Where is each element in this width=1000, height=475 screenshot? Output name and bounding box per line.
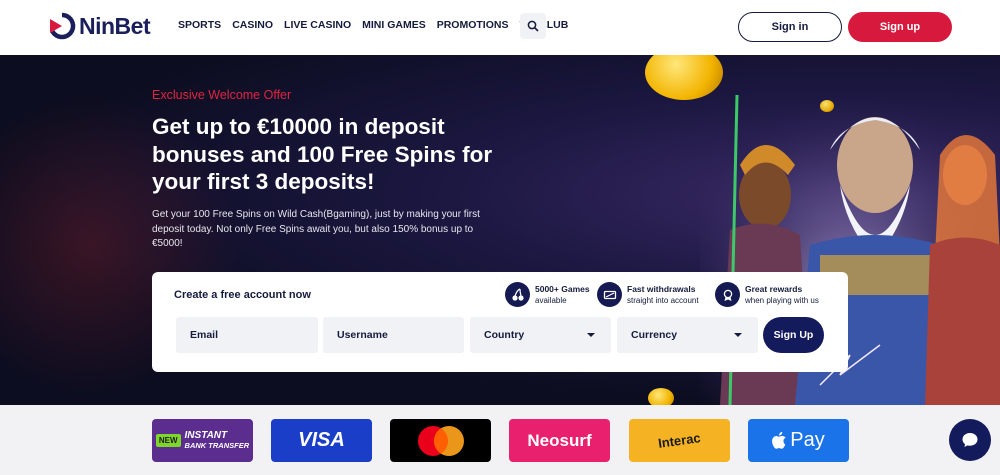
offer-label: Exclusive Welcome Offer [152, 88, 292, 102]
cherries-icon [505, 282, 530, 307]
logo[interactable]: NinBet [48, 12, 151, 40]
nav-mini-games[interactable]: MINI GAMES [362, 19, 426, 31]
hero-description: Get your 100 Free Spins on Wild Cash(Bga… [152, 209, 480, 249]
ticket-icon [597, 282, 622, 307]
mastercard-circles-icon [417, 425, 464, 456]
sign-up-button[interactable]: Sign up [848, 12, 952, 42]
hero-banner: Exclusive Welcome Offer Get up to €10000… [0, 55, 1000, 405]
interac-label: Interac [657, 430, 702, 451]
signup-card: Create a free account now 5000+ Games av… [152, 272, 848, 372]
nav-casino[interactable]: CASINO [232, 19, 273, 31]
gold-coin-image [648, 388, 674, 405]
currency-select[interactable]: Currency [617, 317, 758, 353]
perk-title: Great rewards [745, 283, 803, 294]
ninbet-logo-icon [50, 12, 76, 40]
header: NinBet SPORTS CASINO LIVE CASINO MINI GA… [0, 0, 1000, 55]
neosurf-logo: Neosurf [509, 419, 610, 462]
search-button[interactable] [520, 13, 546, 39]
email-field[interactable]: Email [176, 317, 318, 353]
medal-icon [715, 282, 740, 307]
brand-name: NinBet [79, 12, 151, 39]
form-sign-up-button[interactable]: Sign Up [763, 317, 824, 353]
sign-in-button[interactable]: Sign in [738, 12, 842, 42]
bank-transfer-label: BANK TRANSFER [184, 440, 250, 450]
currency-select-label: Currency [631, 329, 678, 341]
search-icon [527, 20, 539, 32]
nav-sports[interactable]: SPORTS [178, 19, 221, 31]
username-field[interactable]: Username [323, 317, 464, 353]
chevron-down-icon [587, 333, 595, 337]
perk-title: 5000+ Games [535, 283, 590, 294]
nav-promotions[interactable]: PROMOTIONS [437, 19, 509, 31]
mastercard-logo [390, 419, 491, 462]
perk-subtitle: straight into account [627, 295, 699, 305]
neosurf-label: Neosurf [527, 430, 592, 450]
perk-title: Fast withdrawals [627, 283, 696, 294]
new-badge: NEW [155, 434, 181, 447]
chevron-down-icon [734, 333, 742, 337]
live-chat-button[interactable] [949, 419, 991, 461]
perk-withdrawals: Fast withdrawals straight into account [597, 282, 699, 307]
perk-rewards: Great rewards when playing with us [715, 282, 819, 307]
hero-headline: Get up to €10000 in deposit bonuses and … [152, 114, 493, 194]
instant-bank-transfer-logo: NEW INSTANT BANK TRANSFER [152, 419, 253, 462]
perk-subtitle: available [535, 295, 567, 305]
instant-label: INSTANT [184, 429, 228, 441]
payment-methods-bar: NEW INSTANT BANK TRANSFER VISA Neosurf I… [0, 405, 1000, 475]
perk-subtitle: when playing with us [745, 295, 819, 305]
perk-games: 5000+ Games available [505, 282, 590, 307]
interac-logo: Interac [629, 419, 730, 462]
apple-pay-logo: Pay [748, 419, 849, 462]
apple-pay-label: Pay [790, 429, 825, 451]
chat-bubble-icon [962, 433, 978, 447]
apple-icon [772, 431, 786, 449]
signup-card-title: Create a free account now [174, 289, 311, 301]
nav-live-casino[interactable]: LIVE CASINO [284, 19, 351, 31]
country-select[interactable]: Country [470, 317, 611, 353]
country-select-label: Country [484, 329, 525, 341]
visa-logo: VISA [271, 419, 372, 462]
visa-label: VISA [298, 429, 345, 451]
